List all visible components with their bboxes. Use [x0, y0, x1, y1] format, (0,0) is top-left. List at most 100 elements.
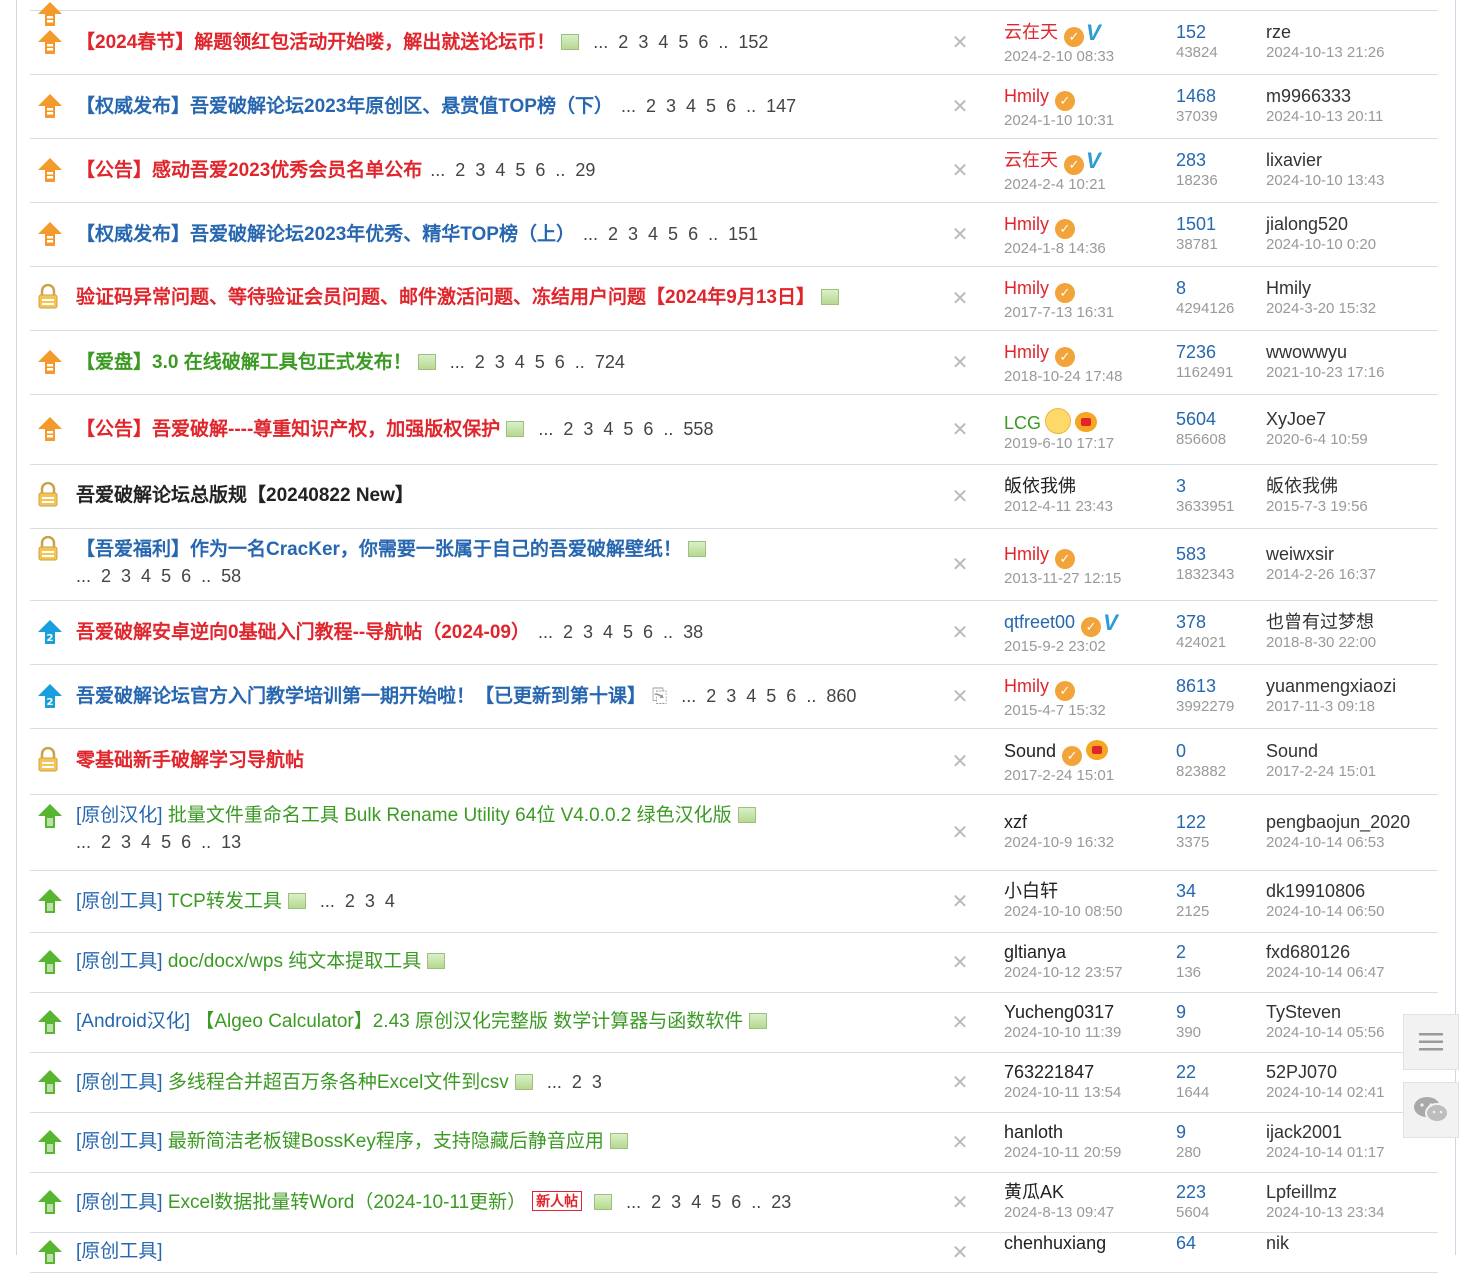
author-link[interactable]: Hmily — [1004, 676, 1049, 696]
reply-count[interactable]: 9 — [1176, 1001, 1256, 1023]
reply-count[interactable]: 7236 — [1176, 341, 1256, 363]
last-poster-link[interactable]: fxd680126 — [1266, 941, 1446, 963]
reply-count[interactable]: 152 — [1176, 21, 1256, 43]
page-link[interactable]: 2 — [563, 622, 573, 642]
page-link[interactable]: 4 — [141, 566, 151, 586]
page-link[interactable]: 5 — [678, 32, 688, 52]
thread-title-link[interactable]: 【公告】吾爱破解----尊重知识产权，加强版权保护 — [76, 419, 500, 440]
thread-title-link[interactable]: 验证码异常问题、等待验证会员问题、邮件激活问题、冻结用户问题【2024年9月13… — [76, 287, 815, 308]
author-link[interactable]: Sound — [1004, 741, 1056, 761]
page-link[interactable]: 3 — [592, 1072, 602, 1092]
close-icon[interactable]: ✕ — [950, 30, 970, 55]
last-post-date[interactable]: 2018-8-30 22:00 — [1266, 633, 1446, 653]
author-link[interactable]: Hmily — [1004, 544, 1049, 564]
page-link[interactable]: 6 — [181, 832, 191, 852]
page-link[interactable]: 3 — [121, 566, 131, 586]
close-icon[interactable]: ✕ — [950, 286, 970, 311]
thread-title-link[interactable]: 多线程合并超百万条各种Excel文件到csv — [168, 1072, 509, 1093]
last-post-date[interactable]: 2024-10-14 06:53 — [1266, 833, 1446, 853]
author-link[interactable]: xzf — [1004, 812, 1027, 832]
last-poster-link[interactable]: 也曾有过梦想 — [1266, 611, 1446, 633]
reply-count[interactable]: 2 — [1176, 941, 1256, 963]
thread-title-link[interactable]: 【爱盘】3.0 在线破解工具包正式发布！ — [76, 352, 412, 373]
page-link[interactable]: 558 — [683, 419, 713, 439]
thread-title-link[interactable]: 【权威发布】吾爱破解论坛2023年原创区、悬赏值TOP榜（下） — [76, 96, 613, 117]
close-icon[interactable]: ✕ — [950, 417, 970, 442]
close-icon[interactable]: ✕ — [950, 350, 970, 375]
page-link[interactable]: 5 — [535, 352, 545, 372]
page-link[interactable]: 860 — [826, 686, 856, 706]
close-icon[interactable]: ✕ — [950, 1240, 970, 1265]
last-poster-link[interactable]: nik — [1266, 1232, 1446, 1254]
thread-title-link[interactable]: 【公告】感动吾爱2023优秀会员名单公布 — [76, 160, 422, 181]
thread-title-link[interactable]: 批量文件重命名工具 Bulk Rename Utility 64位 V4.0.0… — [168, 805, 732, 826]
author-link[interactable]: 云在天 — [1004, 22, 1058, 42]
last-post-date[interactable]: 2024-10-10 0:20 — [1266, 235, 1446, 255]
page-link[interactable]: 2 — [345, 891, 355, 911]
page-link[interactable]: 3 — [726, 686, 736, 706]
reply-count[interactable]: 9 — [1176, 1121, 1256, 1143]
thread-title-link[interactable]: 吾爱破解论坛官方入门教学培训第一期开始啦！【已更新到第十课】 — [76, 686, 646, 707]
last-post-date[interactable]: 2014-2-26 16:37 — [1266, 565, 1446, 585]
page-link[interactable]: 23 — [771, 1192, 791, 1212]
last-post-date[interactable]: 2024-10-10 13:43 — [1266, 171, 1446, 191]
last-poster-link[interactable]: Hmily — [1266, 277, 1446, 299]
page-link[interactable]: 2 — [455, 160, 465, 180]
page-link[interactable]: 4 — [648, 224, 658, 244]
close-icon[interactable]: ✕ — [950, 552, 970, 577]
wechat-float-button[interactable] — [1403, 1082, 1459, 1138]
page-link[interactable]: 2 — [618, 32, 628, 52]
page-link[interactable]: 2 — [646, 96, 656, 116]
close-icon[interactable]: ✕ — [950, 222, 970, 247]
thread-category-link[interactable]: [原创工具] — [76, 1241, 163, 1262]
thread-category-link[interactable]: [原创工具] — [76, 891, 163, 912]
page-link[interactable]: 2 — [572, 1072, 582, 1092]
author-link[interactable]: Hmily — [1004, 86, 1049, 106]
last-post-date[interactable]: 2017-2-24 15:01 — [1266, 762, 1446, 782]
reply-count[interactable]: 22 — [1176, 1061, 1256, 1083]
author-link[interactable]: 云在天 — [1004, 150, 1058, 170]
thread-category-link[interactable]: [Android汉化] — [76, 1011, 190, 1032]
reply-count[interactable]: 64 — [1176, 1232, 1256, 1254]
close-icon[interactable]: ✕ — [950, 684, 970, 709]
author-link[interactable]: Hmily — [1004, 214, 1049, 234]
close-icon[interactable]: ✕ — [950, 820, 970, 845]
page-link[interactable]: 2 — [608, 224, 618, 244]
last-post-date[interactable]: 2024-10-14 01:17 — [1266, 1143, 1446, 1163]
page-link[interactable]: 3 — [583, 419, 593, 439]
page-link[interactable]: 2 — [475, 352, 485, 372]
thread-title-link[interactable]: 零基础新手破解学习导航帖 — [76, 750, 304, 771]
page-link[interactable]: 5 — [515, 160, 525, 180]
close-icon[interactable]: ✕ — [950, 620, 970, 645]
reply-count[interactable]: 5604 — [1176, 408, 1256, 430]
page-link[interactable]: 4 — [658, 32, 668, 52]
thread-title-link[interactable]: 【吾爱福利】作为一名CracKer，你需要一张属于自己的吾爱破解壁纸！ — [76, 539, 682, 560]
thread-category-link[interactable]: [原创工具] — [76, 1131, 163, 1152]
last-post-date[interactable]: 2024-10-14 06:47 — [1266, 963, 1446, 983]
reply-count[interactable]: 8613 — [1176, 675, 1256, 697]
close-icon[interactable]: ✕ — [950, 158, 970, 183]
page-link[interactable]: 5 — [161, 832, 171, 852]
page-link[interactable]: 13 — [221, 832, 241, 852]
last-poster-link[interactable]: pengbaojun_2020 — [1266, 811, 1446, 833]
last-poster-link[interactable]: m9966333 — [1266, 85, 1446, 107]
author-link[interactable]: 皈依我佛 — [1004, 476, 1076, 496]
last-poster-link[interactable]: wwowwyu — [1266, 341, 1446, 363]
page-link[interactable]: 3 — [121, 832, 131, 852]
page-link[interactable]: 6 — [688, 224, 698, 244]
page-link[interactable]: 6 — [643, 419, 653, 439]
page-link[interactable]: 4 — [603, 622, 613, 642]
page-link[interactable]: 5 — [766, 686, 776, 706]
thread-title-link[interactable]: 【2024春节】解题领红包活动开始喽，解出就送论坛币！ — [76, 32, 555, 53]
page-link[interactable]: 3 — [495, 352, 505, 372]
page-link[interactable]: 2 — [101, 832, 111, 852]
thread-title-link[interactable]: 【权威发布】吾爱破解论坛2023年优秀、精华TOP榜（上） — [76, 224, 575, 245]
thread-title-link[interactable]: Excel数据批量转Word（2024-10-11更新） — [168, 1192, 526, 1213]
page-link[interactable]: 3 — [628, 224, 638, 244]
page-link[interactable]: 2 — [563, 419, 573, 439]
page-link[interactable]: 6 — [786, 686, 796, 706]
close-icon[interactable]: ✕ — [950, 1010, 970, 1035]
reply-count[interactable]: 283 — [1176, 149, 1256, 171]
page-link[interactable]: 4 — [515, 352, 525, 372]
close-icon[interactable]: ✕ — [950, 94, 970, 119]
